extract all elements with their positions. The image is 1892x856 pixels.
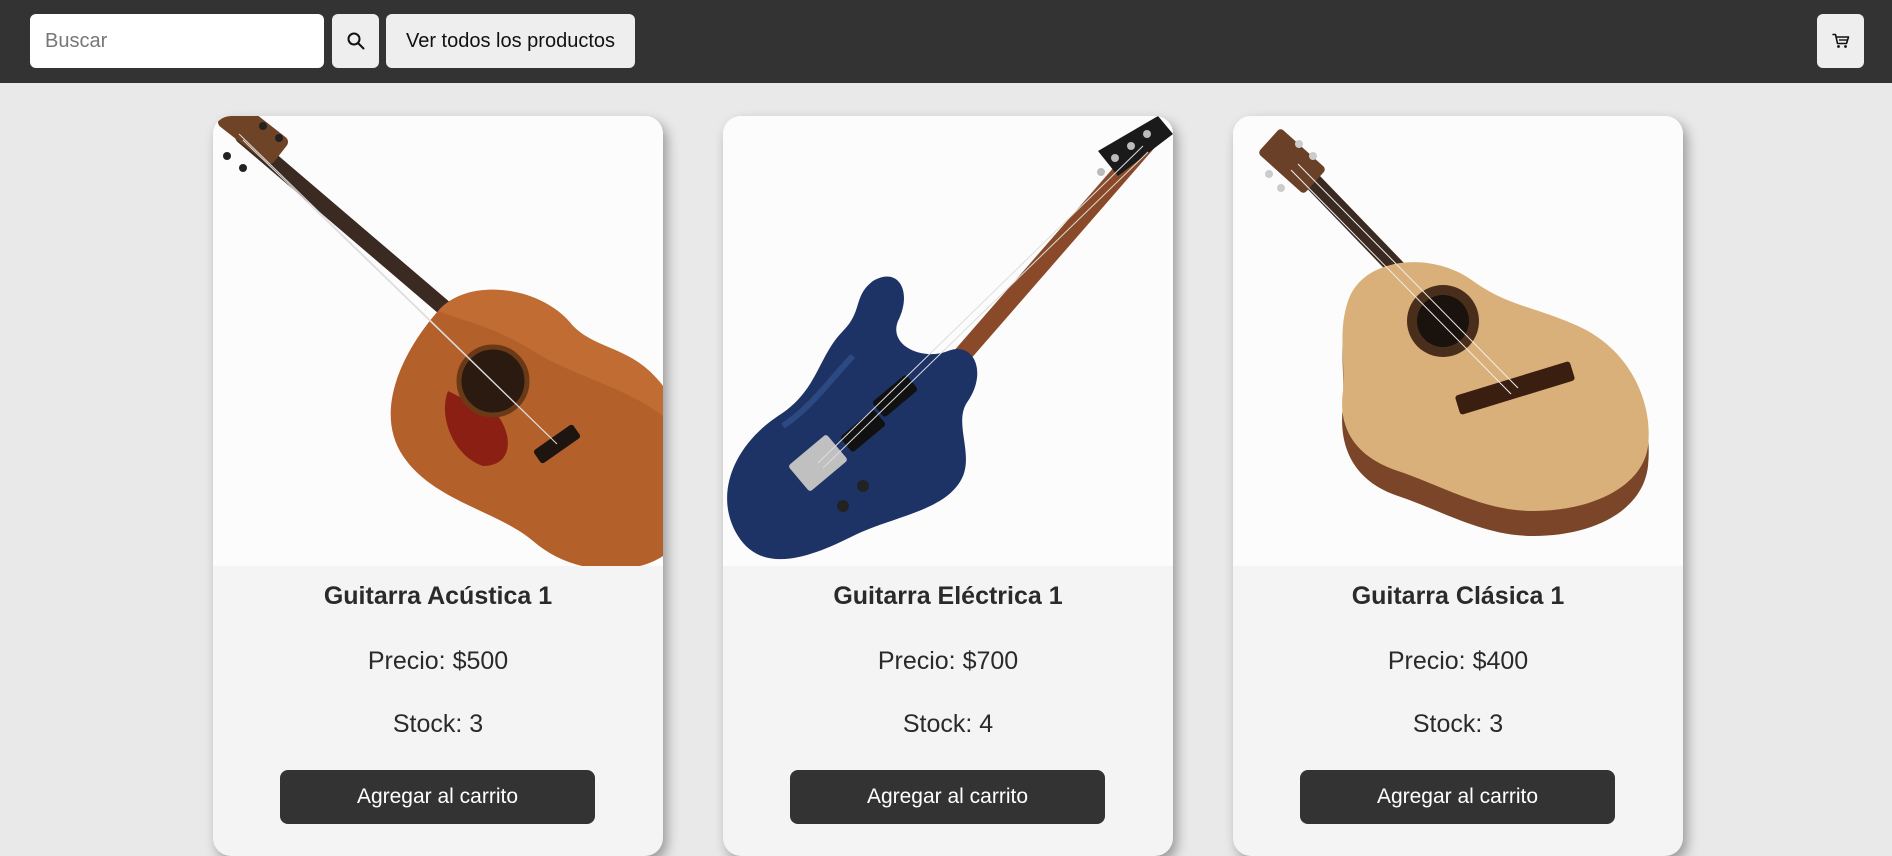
product-price: Precio: $400 [1387, 647, 1529, 675]
cart-icon [1831, 33, 1849, 48]
product-card: Guitarra Acústica 1 Precio: $500 Stock: … [213, 116, 663, 856]
product-stock: Stock: 3 [1412, 710, 1504, 738]
product-stock: Stock: 4 [902, 710, 994, 738]
product-name: Guitarra Clásica 1 [1351, 582, 1565, 610]
add-to-cart-button[interactable]: Agregar al carrito [1300, 770, 1615, 824]
product-card: Guitarra Eléctrica 1 Precio: $700 Stock:… [723, 116, 1173, 856]
add-to-cart-button[interactable]: Agregar al carrito [790, 770, 1105, 824]
electric-guitar-image [723, 116, 1173, 566]
product-price: Precio: $700 [877, 647, 1019, 675]
cart-button[interactable] [1817, 14, 1864, 68]
product-card: Guitarra Clásica 1 Precio: $400 Stock: 3… [1233, 116, 1683, 856]
search-button[interactable] [332, 14, 379, 68]
search-input[interactable] [30, 14, 324, 68]
acoustic-guitar-image [213, 116, 663, 566]
search-icon [347, 32, 364, 50]
product-name: Guitarra Eléctrica 1 [833, 582, 1063, 610]
classical-guitar-image [1233, 116, 1683, 566]
product-name: Guitarra Acústica 1 [323, 582, 553, 610]
top-navigation-bar: Ver todos los productos [0, 0, 1892, 83]
product-price: Precio: $500 [367, 647, 509, 675]
view-all-products-button[interactable]: Ver todos los productos [386, 14, 635, 68]
add-to-cart-button[interactable]: Agregar al carrito [280, 770, 595, 824]
product-stock: Stock: 3 [392, 710, 484, 738]
